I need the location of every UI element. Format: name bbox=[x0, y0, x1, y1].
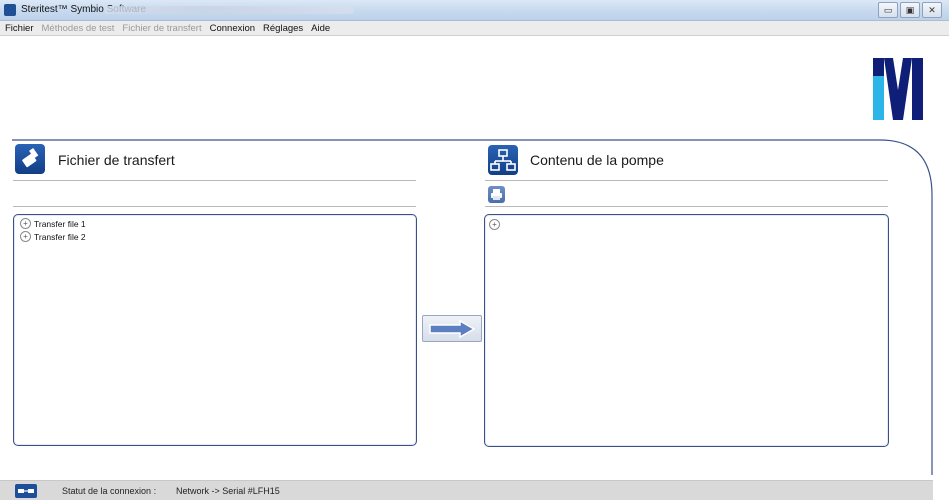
status-bar: Statut de la connexion : Network -> Seri… bbox=[0, 480, 933, 500]
left-panel-divider-1 bbox=[13, 180, 416, 181]
connection-icon bbox=[15, 484, 37, 498]
left-panel-title: Fichier de transfert bbox=[58, 152, 175, 168]
right-panel-title: Contenu de la pompe bbox=[530, 152, 664, 168]
printer-icon[interactable] bbox=[488, 186, 505, 203]
transfer-files-tree[interactable]: + Transfer file 1 + Transfer file 2 bbox=[13, 214, 417, 446]
tree-root[interactable]: + bbox=[489, 219, 500, 230]
tree-item-transfer-file-1[interactable]: + Transfer file 1 bbox=[20, 218, 86, 229]
tree-item-label: Transfer file 1 bbox=[34, 218, 86, 229]
tree-item-label: Transfer file 2 bbox=[34, 231, 86, 242]
left-panel-divider-2 bbox=[13, 206, 416, 207]
right-panel-divider-1 bbox=[485, 180, 888, 181]
expand-icon[interactable]: + bbox=[489, 219, 500, 230]
network-icon bbox=[488, 145, 518, 175]
status-value: Network -> Serial #LFH15 bbox=[176, 486, 280, 496]
tree-item-transfer-file-2[interactable]: + Transfer file 2 bbox=[20, 231, 86, 242]
expand-icon[interactable]: + bbox=[20, 218, 31, 229]
brush-icon bbox=[15, 144, 45, 174]
transfer-button[interactable] bbox=[422, 315, 482, 342]
right-panel-divider-2 bbox=[485, 206, 888, 207]
pump-content-tree[interactable]: + bbox=[484, 214, 889, 447]
expand-icon[interactable]: + bbox=[20, 231, 31, 242]
status-label: Statut de la connexion : bbox=[62, 486, 157, 496]
arrow-right-icon bbox=[429, 319, 476, 338]
